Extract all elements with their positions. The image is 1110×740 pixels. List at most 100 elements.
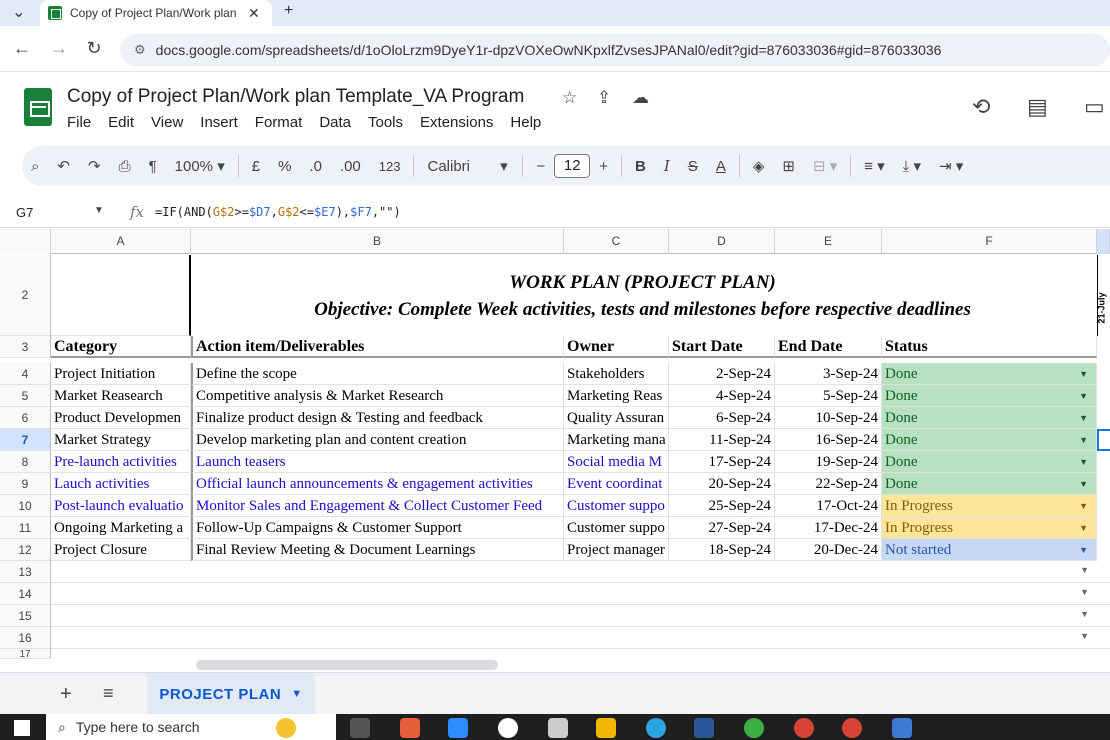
- zoom-app-icon[interactable]: [448, 718, 468, 738]
- forward-arrow-icon[interactable]: →: [48, 38, 70, 59]
- increase-decimal-button[interactable]: .00: [331, 158, 370, 175]
- cell-owner[interactable]: Marketing Reas: [564, 385, 669, 407]
- row-header[interactable]: 13: [0, 561, 51, 583]
- menu-view[interactable]: View: [151, 114, 183, 131]
- header-end-date[interactable]: End Date: [775, 336, 882, 358]
- status-dropdown-icon[interactable]: ▼: [1079, 429, 1088, 450]
- print-icon[interactable]: ⎙: [110, 158, 140, 175]
- store-icon[interactable]: [548, 718, 568, 738]
- cell-owner[interactable]: Social media M: [564, 451, 669, 473]
- cell-action[interactable]: Official launch announcements & engageme…: [191, 473, 564, 495]
- status-chip[interactable]: Done ▼: [882, 385, 1097, 407]
- row-header[interactable]: 15: [0, 605, 51, 627]
- font-size-input[interactable]: 12: [554, 154, 591, 178]
- cell-end-date[interactable]: 22-Sep-24: [775, 473, 882, 495]
- status-chip[interactable]: Done ▼: [882, 473, 1097, 495]
- horizontal-align-icon[interactable]: ≡ ▾: [855, 157, 893, 175]
- cell-owner[interactable]: Stakeholders: [564, 363, 669, 385]
- task-view-icon[interactable]: [350, 718, 370, 738]
- italic-button[interactable]: I: [655, 157, 679, 175]
- status-chip[interactable]: Not started ▼: [882, 539, 1097, 561]
- menu-format[interactable]: Format: [255, 114, 303, 131]
- cell-end-date[interactable]: 20-Dec-24: [775, 539, 882, 561]
- selected-cell-g7[interactable]: [1097, 429, 1110, 451]
- cell-category[interactable]: Lauch activities: [51, 473, 191, 495]
- row-header[interactable]: 5: [0, 385, 51, 407]
- status-chip[interactable]: Done ▼: [882, 407, 1097, 429]
- status-chip[interactable]: Done ▼: [882, 451, 1097, 473]
- status-dropdown-icon[interactable]: ▼: [1079, 363, 1088, 384]
- column-header-g[interactable]: [1097, 229, 1110, 254]
- column-header-e[interactable]: E: [775, 229, 882, 254]
- meet-icon[interactable]: ▭: [1084, 94, 1105, 120]
- fill-color-icon[interactable]: ◈: [744, 157, 774, 175]
- strikethrough-icon[interactable]: S: [679, 158, 707, 175]
- menu-insert[interactable]: Insert: [200, 114, 238, 131]
- all-sheets-icon[interactable]: ≡: [103, 683, 114, 704]
- menu-help[interactable]: Help: [510, 114, 541, 131]
- sheets-logo-icon[interactable]: [24, 88, 52, 126]
- empty-row[interactable]: ▼: [51, 561, 1110, 583]
- number-format-button[interactable]: 123: [370, 159, 410, 174]
- row-header[interactable]: 11: [0, 517, 51, 539]
- status-chip[interactable]: In Progress ▼: [882, 517, 1097, 539]
- cell-owner[interactable]: Customer suppo: [564, 495, 669, 517]
- column-header-f[interactable]: F: [882, 229, 1097, 254]
- menu-extensions[interactable]: Extensions: [420, 114, 493, 131]
- cell-action[interactable]: Finalize product design & Testing and fe…: [191, 407, 564, 429]
- cell-category[interactable]: Market Reasearch: [51, 385, 191, 407]
- cell-end-date[interactable]: 10-Sep-24: [775, 407, 882, 429]
- cell-category[interactable]: Project Initiation: [51, 363, 191, 385]
- add-sheet-icon[interactable]: +: [60, 683, 72, 706]
- cell-start-date[interactable]: 2-Sep-24: [669, 363, 775, 385]
- status-dropdown-icon[interactable]: ▼: [1079, 407, 1088, 428]
- cell-action[interactable]: Launch teasers: [191, 451, 564, 473]
- sheet-tab-dropdown-icon[interactable]: ▼: [291, 688, 302, 700]
- cell-end-date[interactable]: 19-Sep-24: [775, 451, 882, 473]
- column-header-b[interactable]: B: [191, 229, 564, 254]
- menu-file[interactable]: File: [67, 114, 91, 131]
- empty-row[interactable]: ▼: [51, 583, 1110, 605]
- select-all-corner[interactable]: [0, 229, 51, 254]
- cell-category[interactable]: Project Closure: [51, 539, 191, 561]
- status-dropdown-icon[interactable]: ▼: [1080, 631, 1089, 641]
- column-header-c[interactable]: C: [564, 229, 669, 254]
- text-color-button[interactable]: A: [707, 158, 735, 175]
- status-dropdown-icon[interactable]: ▼: [1079, 517, 1088, 538]
- cell-start-date[interactable]: 4-Sep-24: [669, 385, 775, 407]
- status-dropdown-icon[interactable]: ▼: [1080, 587, 1089, 597]
- copilot-icon[interactable]: [276, 718, 296, 738]
- cell-end-date[interactable]: 3-Sep-24: [775, 363, 882, 385]
- chrome-profile-icon[interactable]: [842, 718, 862, 738]
- column-header-d[interactable]: D: [669, 229, 775, 254]
- cell-owner[interactable]: Quality Assuran: [564, 407, 669, 429]
- star-icon[interactable]: ☆: [562, 88, 577, 108]
- menu-data[interactable]: Data: [319, 114, 351, 131]
- cell-action[interactable]: Final Review Meeting & Document Learning…: [191, 539, 564, 561]
- row-header[interactable]: 8: [0, 451, 51, 473]
- cell-owner[interactable]: Customer suppo: [564, 517, 669, 539]
- side-header-cell[interactable]: 21-July: [1097, 255, 1110, 336]
- redo-icon[interactable]: ↷: [79, 157, 110, 175]
- name-box-dropdown-icon[interactable]: ▼: [94, 205, 104, 216]
- sheet-tab-project-plan[interactable]: PROJECT PLAN ▼: [147, 673, 315, 715]
- row-header[interactable]: 9: [0, 473, 51, 495]
- row-header[interactable]: 10: [0, 495, 51, 517]
- row-header[interactable]: 16: [0, 627, 51, 649]
- status-chip[interactable]: Done ▼: [882, 363, 1097, 385]
- cell-owner[interactable]: Project manager: [564, 539, 669, 561]
- cell-owner[interactable]: Event coordinat: [564, 473, 669, 495]
- file-explorer-icon[interactable]: [596, 718, 616, 738]
- cell-action[interactable]: Develop marketing plan and content creat…: [191, 429, 564, 451]
- borders-icon[interactable]: ⊞: [773, 157, 804, 175]
- comments-icon[interactable]: ▤: [1027, 94, 1048, 120]
- wechat-icon[interactable]: [744, 718, 764, 738]
- header-status[interactable]: Status: [882, 336, 1097, 358]
- row-header[interactable]: 14: [0, 583, 51, 605]
- currency-format-button[interactable]: £: [243, 158, 269, 175]
- edge-icon[interactable]: [646, 718, 666, 738]
- search-menus-icon[interactable]: ⌕: [22, 158, 48, 175]
- banner-cell[interactable]: WORK PLAN (PROJECT PLAN) Objective: Comp…: [190, 255, 1095, 335]
- header-action[interactable]: Action item/Deliverables: [191, 336, 564, 358]
- empty-row[interactable]: ▼: [51, 627, 1110, 649]
